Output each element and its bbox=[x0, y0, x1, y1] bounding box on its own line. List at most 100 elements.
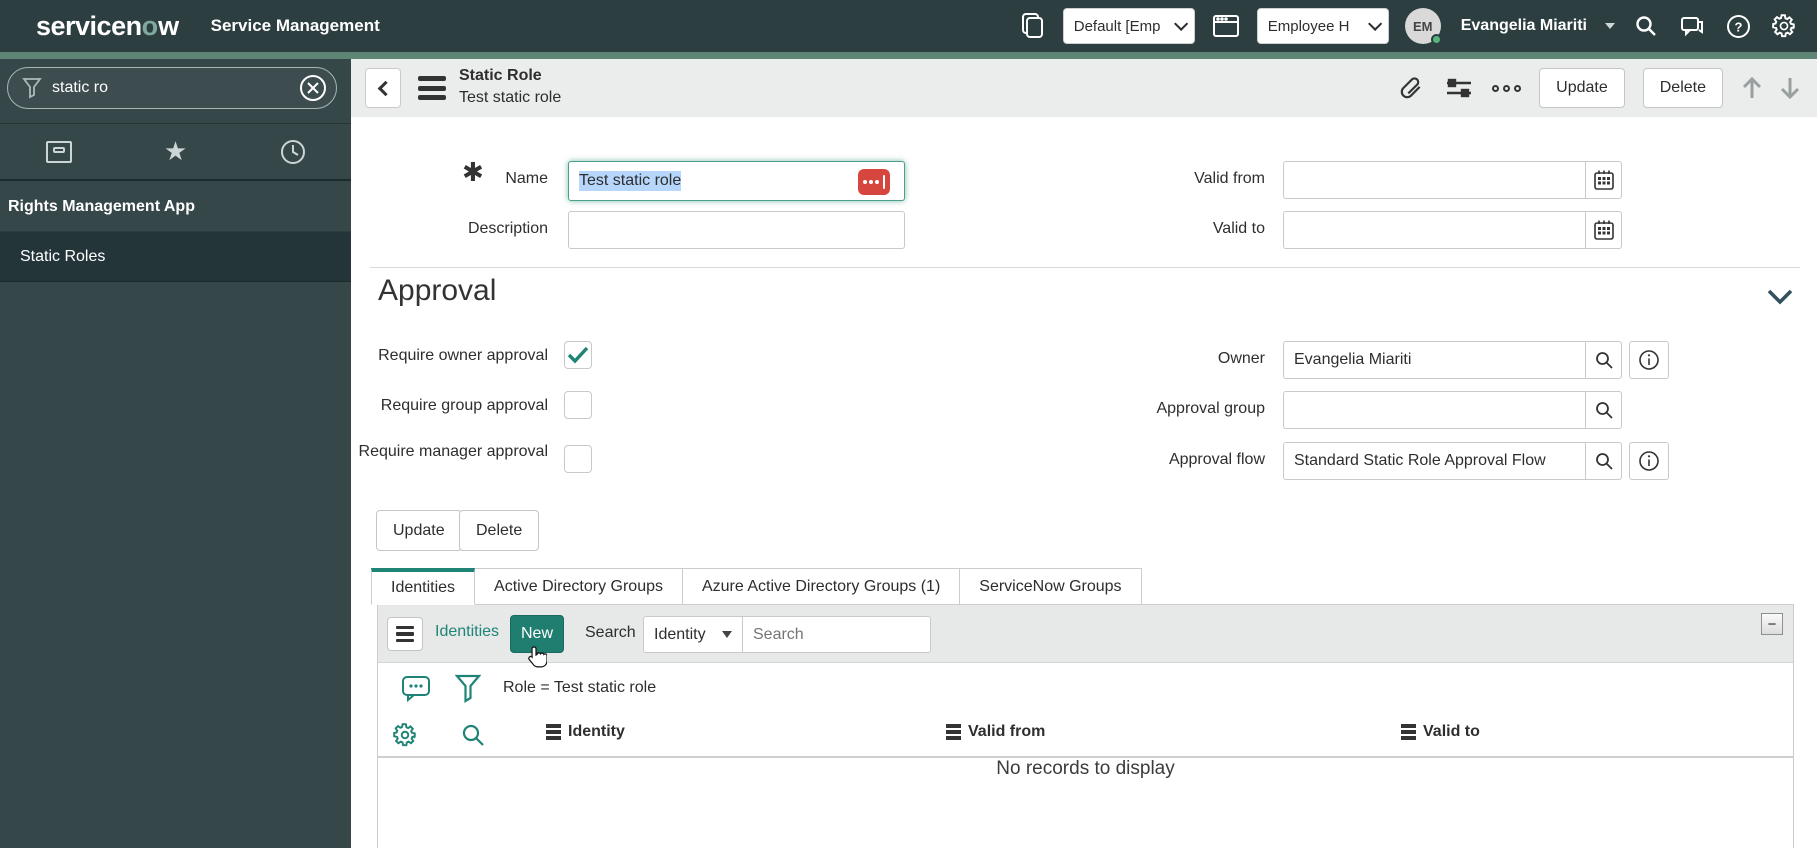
require-owner-approval-checkbox[interactable] bbox=[564, 341, 592, 369]
approval-group-label: Approval group bbox=[1156, 400, 1265, 417]
personalize-form-sliders-icon[interactable] bbox=[1444, 73, 1474, 103]
list-search-label: Search bbox=[585, 624, 636, 641]
help-icon[interactable]: ? bbox=[1723, 11, 1753, 41]
filter-input-value[interactable]: static ro bbox=[52, 79, 298, 97]
form-update-button[interactable]: Update bbox=[376, 510, 462, 551]
form-context-menu-icon[interactable] bbox=[415, 74, 449, 102]
list-breadcrumb-row: Role = Test static role bbox=[378, 663, 1793, 712]
form-delete-button[interactable]: Delete bbox=[459, 510, 540, 551]
require-owner-approval-label: Require owner approval bbox=[378, 347, 548, 364]
approval-group-input[interactable] bbox=[1283, 391, 1585, 429]
navigation-sidebar: static ro ★ Rights Management App Static… bbox=[0, 59, 351, 848]
list-personalize-gear-icon[interactable] bbox=[392, 722, 418, 748]
logo-o-mark: o bbox=[141, 10, 159, 41]
approval-flow-input[interactable] bbox=[1283, 442, 1585, 480]
application-picker-icon[interactable] bbox=[1211, 11, 1241, 41]
user-menu[interactable]: Evangelia Miariti bbox=[1461, 17, 1587, 35]
header-accent-stripe bbox=[0, 52, 1817, 59]
user-menu-caret-icon[interactable] bbox=[1605, 23, 1615, 29]
product-name: Service Management bbox=[210, 16, 380, 35]
column-menu-icon[interactable] bbox=[946, 724, 961, 740]
approval-section-heading: Approval bbox=[378, 274, 497, 307]
all-applications-icon[interactable] bbox=[39, 132, 79, 172]
attachment-paperclip-icon[interactable] bbox=[1396, 73, 1426, 103]
approval-flow-field bbox=[1283, 442, 1669, 480]
clear-filter-icon[interactable] bbox=[298, 73, 328, 103]
valid-from-input[interactable] bbox=[1283, 161, 1585, 199]
global-search-icon[interactable] bbox=[1631, 11, 1661, 41]
owner-field bbox=[1283, 341, 1669, 379]
column-header-valid-to[interactable]: Valid to bbox=[1401, 723, 1480, 741]
require-manager-approval-checkbox[interactable] bbox=[564, 445, 592, 473]
list-column-search-icon[interactable] bbox=[460, 722, 486, 748]
require-group-approval-checkbox[interactable] bbox=[564, 391, 592, 419]
navigator-filter[interactable]: static ro bbox=[7, 67, 337, 109]
update-set-picker-icon[interactable] bbox=[1017, 11, 1047, 41]
list-filter-breadcrumb[interactable]: Role = Test static role bbox=[503, 679, 656, 697]
collapse-section-chevron-icon[interactable] bbox=[1765, 287, 1795, 307]
valid-from-field bbox=[1283, 161, 1622, 199]
back-chevron-icon bbox=[377, 80, 393, 96]
valid-to-input[interactable] bbox=[1283, 211, 1585, 249]
previous-record-icon[interactable] bbox=[1741, 75, 1763, 101]
favorites-star-icon[interactable]: ★ bbox=[156, 132, 196, 172]
description-input[interactable] bbox=[568, 211, 905, 249]
update-button[interactable]: Update bbox=[1539, 68, 1625, 108]
list-search-input[interactable] bbox=[743, 616, 931, 653]
name-label: Name bbox=[505, 170, 548, 187]
chevron-down-icon bbox=[1367, 16, 1382, 31]
column-header-identity[interactable]: Identity bbox=[546, 723, 625, 741]
require-manager-approval-label: Require manager approval bbox=[358, 443, 548, 460]
column-header-valid-from[interactable]: Valid from bbox=[946, 723, 1045, 741]
chevron-down-icon bbox=[1173, 16, 1188, 31]
history-clock-icon[interactable] bbox=[273, 132, 313, 172]
record-type-title: Static Role bbox=[459, 67, 542, 84]
collapse-list-icon[interactable]: − bbox=[1761, 613, 1783, 635]
sidebar-item-static-roles[interactable]: Static Roles bbox=[0, 232, 351, 282]
sidebar-tab-bar: ★ bbox=[0, 124, 351, 181]
column-menu-icon[interactable] bbox=[1401, 724, 1416, 740]
delete-button[interactable]: Delete bbox=[1642, 68, 1723, 108]
password-manager-icon[interactable] bbox=[858, 169, 890, 195]
approval-group-lookup-icon[interactable] bbox=[1585, 391, 1622, 429]
tab-identities[interactable]: Identities bbox=[371, 568, 476, 605]
next-record-icon[interactable] bbox=[1779, 75, 1801, 101]
owner-lookup-icon[interactable] bbox=[1585, 341, 1622, 379]
name-input[interactable]: Test static role bbox=[568, 161, 905, 201]
list-filter-funnel-icon[interactable] bbox=[455, 673, 481, 703]
filter-funnel-icon bbox=[22, 76, 42, 100]
owner-info-icon[interactable] bbox=[1629, 341, 1669, 379]
owner-label: Owner bbox=[1217, 350, 1265, 367]
require-group-approval-label: Require group approval bbox=[380, 397, 548, 414]
back-button[interactable] bbox=[365, 68, 401, 108]
sidebar-section-header: Rights Management App bbox=[0, 183, 351, 232]
connect-chat-icon[interactable] bbox=[1677, 11, 1707, 41]
application-scope-select[interactable]: Employee H bbox=[1256, 8, 1389, 44]
more-options-icon[interactable] bbox=[1492, 84, 1522, 92]
search-column-select[interactable]: Identity bbox=[643, 616, 743, 653]
user-avatar[interactable]: EM bbox=[1404, 8, 1442, 45]
mouse-cursor bbox=[527, 645, 547, 669]
list-title-link[interactable]: Identities bbox=[435, 623, 499, 641]
valid-to-label: Valid to bbox=[1212, 220, 1265, 237]
tab-active-directory-groups[interactable]: Active Directory Groups bbox=[475, 568, 683, 605]
servicenow-logo[interactable]: servicen o w bbox=[36, 11, 179, 42]
identities-list-panel: Identities New Search Identity − Role = … bbox=[377, 604, 1794, 848]
list-chat-icon[interactable] bbox=[401, 674, 431, 702]
column-menu-icon[interactable] bbox=[546, 724, 561, 740]
record-name-subtitle: Test static role bbox=[459, 89, 562, 107]
owner-input[interactable] bbox=[1283, 341, 1585, 379]
list-context-menu-icon[interactable] bbox=[387, 617, 423, 651]
tab-azure-active-directory-groups[interactable]: Azure Active Directory Groups (1) bbox=[682, 568, 961, 605]
tab-servicenow-groups[interactable]: ServiceNow Groups bbox=[960, 568, 1142, 605]
app-header: servicen o w Service Management Default [E… bbox=[0, 0, 1817, 52]
valid-to-calendar-icon[interactable] bbox=[1585, 211, 1622, 249]
svg-text:?: ? bbox=[1734, 19, 1742, 34]
list-toolbar: Identities New Search Identity − bbox=[378, 605, 1793, 668]
update-set-select[interactable]: Default [Emp bbox=[1062, 8, 1195, 44]
valid-from-calendar-icon[interactable] bbox=[1585, 161, 1622, 199]
approval-flow-info-icon[interactable] bbox=[1629, 442, 1669, 480]
approval-flow-label: Approval flow bbox=[1168, 451, 1265, 468]
approval-flow-lookup-icon[interactable] bbox=[1585, 442, 1622, 480]
settings-gear-icon[interactable] bbox=[1769, 11, 1799, 41]
